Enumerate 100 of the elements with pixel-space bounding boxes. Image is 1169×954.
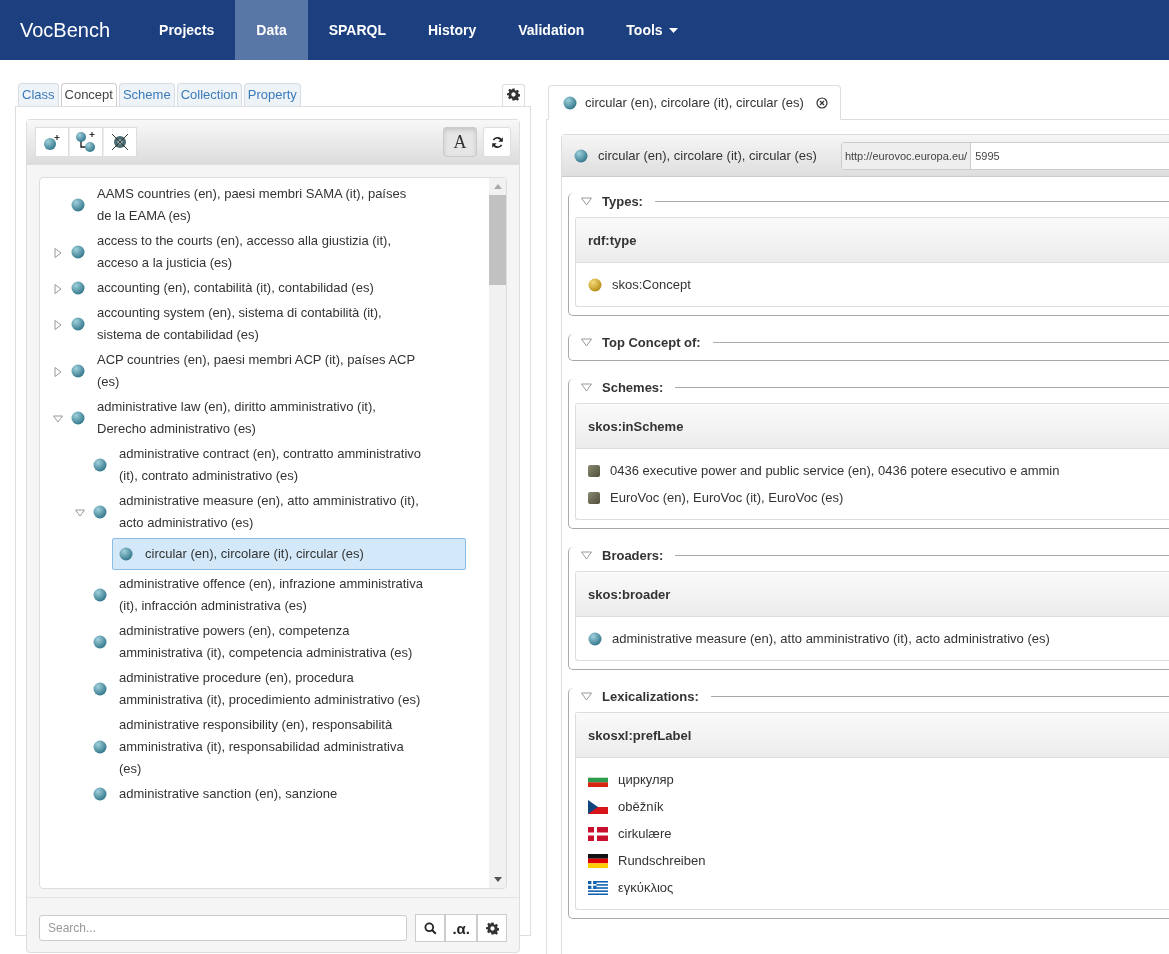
settings-icon [485, 921, 499, 935]
flag-icon [588, 826, 608, 841]
concept-icon [563, 95, 577, 110]
property-value[interactable]: administrative measure (en), atto amministrativo (it), acto administrativo (es) [612, 631, 1050, 646]
scroll-up-icon[interactable] [493, 184, 502, 189]
settings-icon [507, 88, 520, 101]
section-title: Top Concept of: [602, 334, 701, 350]
property-value[interactable]: εγκύκλιος [618, 880, 674, 895]
sphere-plus-icon [42, 133, 62, 151]
delete-concept-button[interactable] [103, 127, 137, 157]
concept-icon [93, 682, 107, 696]
search-settings-button[interactable] [477, 914, 507, 942]
search-icon [423, 921, 437, 935]
crossed-sphere-icon [110, 132, 130, 152]
tree-item[interactable]: administrative procedure (en), procedura amministrativa (it), procedimiento administrativo (es) [90, 666, 431, 713]
collapse-toggle-icon[interactable] [581, 382, 592, 392]
expand-toggle-icon[interactable] [53, 413, 63, 424]
property-value[interactable]: EuroVoc (en), EuroVoc (it), EuroVoc (es) [610, 490, 844, 505]
collapse-toggle-icon[interactable] [581, 196, 592, 206]
concept-icon [574, 148, 588, 163]
add-child-concept-button[interactable] [69, 127, 103, 157]
search-field[interactable]: Search... [39, 915, 408, 941]
expand-toggle-icon[interactable] [75, 507, 85, 518]
settings-button[interactable] [502, 84, 525, 106]
property-name[interactable]: skos:broader [588, 586, 671, 602]
concept-icon [71, 245, 85, 259]
tree-item[interactable]: accounting system (en), sistema di contabilità (it), sistema de contabilidad (es) [68, 301, 429, 348]
tab[interactable]: circular (en), circolare (it), circular (es) [548, 85, 841, 120]
tree-item[interactable]: administrative offence (en), infrazione amministrativa (it), infracción administrativa (es) [90, 572, 431, 619]
tree-item[interactable]: administrative contract (en), contratto amministrativo (it), contrato administrativo (es) [90, 442, 431, 489]
concept-icon [71, 411, 85, 425]
resource-title: circular (en), circolare (it), circular (es) [598, 148, 817, 163]
concept-icon [93, 505, 107, 519]
app-logo[interactable]: VocBench [20, 0, 111, 60]
add-concept-button[interactable] [35, 127, 69, 157]
language-toggle-button[interactable]: A [443, 127, 477, 157]
scheme-icon [588, 464, 600, 477]
tree-item[interactable]: circular (en), circolare (it), circular (es) [112, 538, 466, 570]
close-icon[interactable] [815, 96, 828, 109]
search-mode-button[interactable]: .α. [445, 914, 477, 942]
property-value[interactable]: oběžník [618, 799, 664, 814]
concept-icon [93, 588, 107, 602]
uri-field[interactable]: http://eurovoc.europa.eu/ 5995 [840, 141, 1169, 170]
tab[interactable]: Class [18, 83, 59, 106]
property-name[interactable]: skos:inScheme [588, 418, 684, 434]
property-value[interactable]: skos:Concept [612, 277, 691, 292]
nav-link[interactable]: History [407, 0, 498, 60]
concept-icon [71, 317, 85, 331]
tab[interactable]: Property [243, 83, 301, 106]
refresh-button[interactable] [483, 127, 511, 157]
tab[interactable]: Concept [60, 83, 117, 106]
collapse-toggle-icon[interactable] [581, 550, 592, 560]
concept-icon [93, 635, 107, 649]
tree-item[interactable]: access to the courts (en), accesso alla giustizia (it), acceso a la justicia (es) [68, 229, 429, 276]
section-title: Broaders: [602, 547, 664, 563]
flag-icon [588, 880, 608, 895]
tree-item[interactable]: ACP countries (en), paesi membri ACP (it), países ACP (es) [68, 348, 429, 395]
concept-icon [93, 740, 107, 754]
property-value[interactable]: 0436 executive power and public service (en), 0436 potere esecutivo e ammin [610, 463, 1060, 478]
section-title: Schemes: [602, 379, 664, 395]
flag-icon [588, 853, 608, 868]
property-name[interactable]: rdf:type [588, 232, 637, 248]
nav-link[interactable]: Projects [138, 0, 236, 60]
expand-toggle-icon[interactable] [53, 366, 63, 377]
concept-icon [588, 631, 602, 646]
tree-item[interactable]: accounting (en), contabilità (it), contabilidad (es) [68, 276, 429, 301]
section-title: Lexicalizations: [602, 688, 699, 704]
expand-toggle-icon[interactable] [53, 283, 63, 294]
concept-icon [71, 364, 85, 378]
tree-item[interactable]: administrative law (en), diritto amministrativo (it), Derecho administrativo (es) [68, 395, 429, 442]
scroll-down-icon[interactable] [493, 877, 502, 882]
nav-link[interactable]: Data [235, 0, 308, 60]
property-name[interactable]: skosxl:prefLabel [588, 727, 692, 743]
class-icon [588, 277, 602, 292]
concept-icon [93, 458, 107, 472]
scrollbar[interactable] [489, 178, 506, 888]
tree-item[interactable]: administrative measure (en), atto amministrativo (it), acto administrativo (es) [90, 489, 431, 536]
search-button[interactable] [415, 914, 446, 942]
linked-spheres-icon [75, 131, 97, 153]
tree-item[interactable]: AAMS countries (en), paesi membri SAMA (it), países de la EAMA (es) [68, 182, 429, 229]
expand-toggle-icon[interactable] [53, 319, 63, 330]
tab[interactable]: Scheme [118, 83, 175, 106]
tree-item[interactable]: administrative sanction (en), sanzione [90, 782, 431, 807]
property-value[interactable]: cirkulære [618, 826, 672, 841]
nav-link[interactable]: Validation [497, 0, 606, 60]
tab[interactable]: Collection [176, 83, 242, 106]
nav-link[interactable]: SPARQL [307, 0, 407, 60]
concept-icon [93, 787, 107, 801]
scrollbar-thumb[interactable] [489, 195, 506, 285]
tab-label[interactable]: circular (en), circolare (it), circular (es) [585, 95, 804, 110]
tree-item[interactable]: administrative powers (en), competenza amministrativa (it), competencia administrativa (es) [90, 619, 431, 666]
collapse-toggle-icon[interactable] [581, 337, 592, 347]
collapse-toggle-icon[interactable] [581, 691, 592, 701]
property-value[interactable]: Rundschreiben [618, 853, 706, 868]
nav-link[interactable]: Tools [605, 0, 699, 60]
concept-icon [71, 198, 85, 212]
expand-toggle-icon[interactable] [53, 247, 63, 258]
tree-item[interactable]: administrative responsibility (en), responsabilità amministrativa (it), responsabilidad administrativa (es) [90, 713, 431, 782]
property-value[interactable]: циркуляр [618, 772, 674, 787]
scheme-icon [588, 491, 600, 504]
